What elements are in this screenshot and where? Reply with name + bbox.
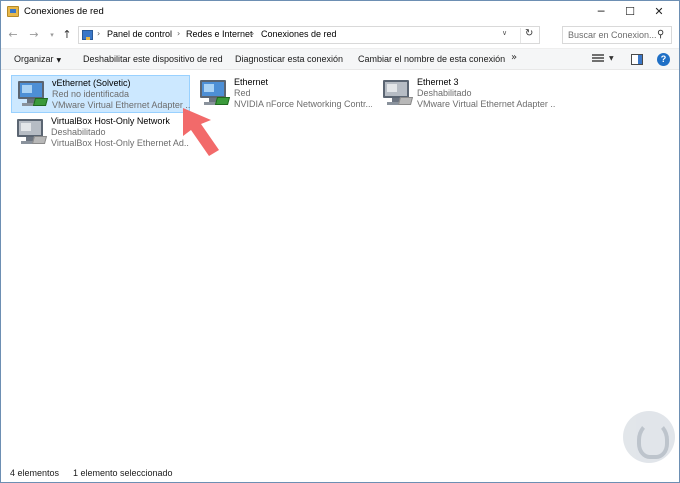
- item-count: 4 elementos: [10, 468, 60, 478]
- more-commands-icon[interactable]: »: [511, 52, 517, 63]
- network-adapter-disabled-icon: [381, 78, 414, 110]
- diagnose-button[interactable]: Diagnosticar esta conexión: [235, 54, 343, 64]
- connection-adapter: NVIDIA nForce Networking Contr...: [234, 99, 372, 109]
- chevron-down-icon: ▼: [56, 57, 62, 64]
- connection-name: Ethernet 3: [417, 77, 459, 87]
- change-view-icon[interactable]: [592, 54, 604, 65]
- recent-locations-chevron-icon[interactable]: ▾: [45, 27, 59, 43]
- up-arrow-icon[interactable]: ↑: [60, 27, 74, 43]
- close-button[interactable]: ✕: [644, 1, 674, 23]
- watermark-logo: [623, 411, 675, 463]
- status-bar: 4 elementos 1 elemento seleccionado: [1, 464, 679, 482]
- refresh-icon[interactable]: ↻: [520, 28, 533, 43]
- search-placeholder: Buscar en Conexion...: [568, 30, 657, 40]
- breadcrumb-control-panel[interactable]: Panel de control: [107, 29, 172, 39]
- connection-adapter: VirtualBox Host-Only Ethernet Ad...: [51, 138, 189, 148]
- disable-device-button[interactable]: Deshabilitar este dispositivo de red: [83, 54, 223, 64]
- network-adapter-icon: [16, 79, 49, 111]
- forward-arrow-icon[interactable]: →: [27, 27, 41, 43]
- command-bar: Organizar ▼ Deshabilitar este dispositivo…: [1, 48, 679, 70]
- network-adapter-disabled-icon: [15, 117, 48, 149]
- back-arrow-icon[interactable]: ←: [6, 27, 20, 43]
- maximize-button[interactable]: ☐: [615, 1, 645, 23]
- control-panel-icon: [82, 30, 93, 40]
- connection-status: Deshabilitado: [51, 127, 106, 137]
- window-title: Conexiones de red: [24, 6, 104, 17]
- address-dropdown-icon[interactable]: ∨: [502, 29, 507, 37]
- navigation-row: ← → ▾ ↑ › Panel de control › Redes e Int…: [1, 23, 679, 47]
- connection-item-virtualbox[interactable]: VirtualBox Host-Only Network Deshabilita…: [11, 114, 190, 152]
- connections-list: vEthernet (Solvetic) Red no identificada…: [1, 70, 679, 464]
- connection-name: vEthernet (Solvetic): [52, 78, 131, 88]
- connection-item-vethernet[interactable]: vEthernet (Solvetic) Red no identificada…: [11, 75, 190, 113]
- help-icon[interactable]: ?: [657, 53, 670, 66]
- connection-item-ethernet-3[interactable]: Ethernet 3 Deshabilitado VMware Virtual …: [377, 75, 556, 113]
- organize-button[interactable]: Organizar ▼: [14, 54, 61, 64]
- preview-pane-icon[interactable]: [631, 54, 643, 65]
- connection-status: Deshabilitado: [417, 88, 472, 98]
- breadcrumb-separator-icon[interactable]: ›: [97, 29, 100, 38]
- address-bar[interactable]: › Panel de control › Redes e Internet › …: [78, 26, 540, 44]
- annotation-arrow-icon: [183, 108, 219, 156]
- connection-adapter: VMware Virtual Ethernet Adapter ...: [417, 99, 555, 109]
- connection-status: Red: [234, 88, 251, 98]
- explorer-window: Conexiones de red ─ ☐ ✕ ← → ▾ ↑ › Panel …: [0, 0, 680, 483]
- rename-button[interactable]: Cambiar el nombre de esta conexión: [358, 54, 505, 64]
- search-input[interactable]: Buscar en Conexion... ⚲: [562, 26, 672, 44]
- selection-count: 1 elemento seleccionado: [73, 468, 173, 478]
- title-bar: Conexiones de red ─ ☐ ✕: [1, 1, 679, 23]
- breadcrumb-separator-icon[interactable]: ›: [251, 29, 254, 38]
- breadcrumb-networks-internet[interactable]: Redes e Internet: [186, 29, 253, 39]
- search-icon[interactable]: ⚲: [657, 29, 664, 40]
- network-connections-icon: [7, 6, 19, 17]
- connection-name: VirtualBox Host-Only Network: [51, 116, 170, 126]
- breadcrumb-separator-icon[interactable]: ›: [177, 29, 180, 38]
- breadcrumb-network-connections[interactable]: Conexiones de red: [261, 29, 337, 39]
- connection-name: Ethernet: [234, 77, 269, 87]
- organize-label: Organizar: [14, 54, 54, 64]
- view-options-chevron-icon[interactable]: ▼: [609, 55, 614, 62]
- connection-status: Red no identificada: [52, 89, 130, 99]
- connection-adapter: VMware Virtual Ethernet Adapter ...: [52, 100, 190, 110]
- minimize-button[interactable]: ─: [586, 1, 616, 23]
